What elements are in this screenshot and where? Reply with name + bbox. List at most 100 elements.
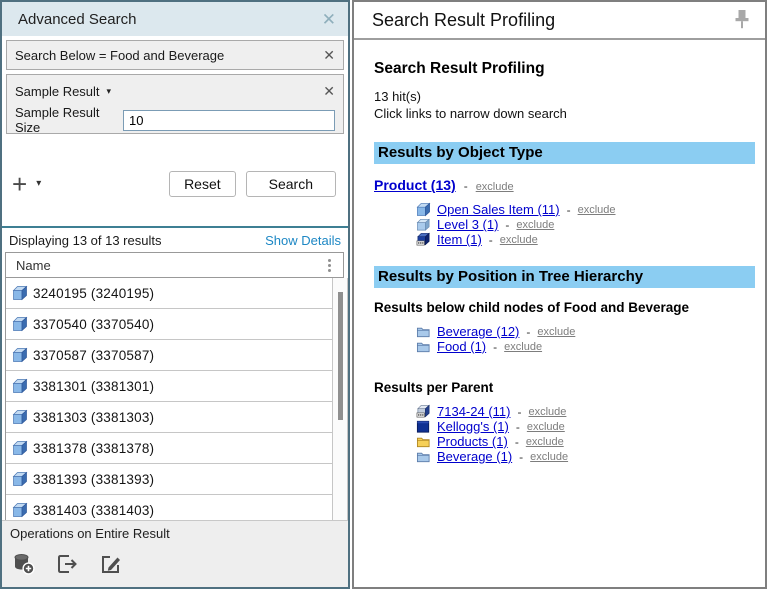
cube-blue-icon	[416, 202, 431, 217]
per-parent-items: 7134-24 (11) - exclude Kellogg's (1) - e…	[416, 404, 757, 464]
edit-result-icon[interactable]	[97, 551, 123, 577]
folder-yellow-icon	[416, 434, 431, 449]
result-row[interactable]: 3381393 (3381393)	[6, 464, 332, 495]
result-row[interactable]: 3381403 (3381403)	[6, 495, 332, 520]
result-row[interactable]: 3240195 (3240195)	[6, 278, 332, 309]
folder-blue-icon	[416, 339, 431, 354]
child-node-items: Beverage (12) - exclude Food (1) - exclu…	[416, 324, 757, 354]
object-type-items: Open Sales Item (11) - exclude Level 3 (…	[416, 202, 757, 247]
criterion-search-below: Search Below = Food and Beverage ✕	[6, 40, 344, 70]
reset-button[interactable]: Reset	[169, 171, 236, 197]
profiling-item: Products (1) - exclude	[416, 434, 757, 449]
exclude-link[interactable]: exclude	[527, 421, 565, 433]
show-details-link[interactable]: Show Details	[265, 233, 341, 248]
hit-count: 13 hit(s)	[374, 89, 757, 104]
parent-beverage-link[interactable]: Beverage (1)	[437, 449, 512, 464]
box-light-blue-icon	[416, 217, 431, 232]
child-nodes-heading: Results below child nodes of Food and Be…	[374, 300, 757, 315]
operations-icons	[2, 546, 348, 587]
cube-blue-icon	[12, 378, 28, 394]
profiling-root-item: Product (13) - exclude	[374, 177, 757, 193]
cube-blue-icon	[12, 502, 28, 518]
folder-blue-icon	[416, 449, 431, 464]
cube-blue-icon	[12, 285, 28, 301]
results-summary: Displaying 13 of 13 results	[9, 233, 161, 248]
section-header-object-type: Results by Object Type	[374, 142, 755, 164]
search-toolbar: + ▾ Reset Search	[2, 134, 348, 226]
item-link[interactable]: Item (1)	[437, 232, 482, 247]
profiling-item: Item (1) - exclude	[416, 232, 757, 247]
cube-keyboard-icon	[416, 404, 431, 419]
exclude-link[interactable]: exclude	[476, 181, 514, 193]
result-row[interactable]: 3381378 (3381378)	[6, 433, 332, 464]
section-header-tree-hierarchy: Results by Position in Tree Hierarchy	[374, 266, 755, 288]
exclude-link[interactable]: exclude	[530, 451, 568, 463]
folder-blue-icon	[416, 324, 431, 339]
profiling-content: Search Result Profiling 13 hit(s) Click …	[354, 40, 765, 464]
level-3-link[interactable]: Level 3 (1)	[437, 217, 498, 232]
advanced-search-titlebar: Advanced Search ✕	[2, 2, 348, 36]
result-row[interactable]: 3370540 (3370540)	[6, 309, 332, 340]
panel-title: Search Result Profiling	[372, 10, 555, 31]
operations-bar: Operations on Entire Result	[2, 520, 348, 546]
application-window: Advanced Search ✕ Search Below = Food an…	[0, 0, 767, 589]
search-button[interactable]: Search	[246, 171, 336, 197]
sample-result-size-input[interactable]	[123, 110, 335, 131]
advanced-search-panel: Advanced Search ✕ Search Below = Food an…	[0, 0, 350, 589]
cube-blue-icon	[12, 347, 28, 363]
add-criterion-caret-icon[interactable]: ▾	[36, 178, 41, 189]
parent-products-link[interactable]: Products (1)	[437, 434, 508, 449]
profiling-item: Beverage (1) - exclude	[416, 449, 757, 464]
search-result-profiling-panel: Search Result Profiling Search Result Pr…	[352, 0, 767, 589]
sample-result-size-label: Sample Result Size	[15, 105, 123, 135]
exclude-link[interactable]: exclude	[526, 436, 564, 448]
food-link[interactable]: Food (1)	[437, 339, 486, 354]
exclude-link[interactable]: exclude	[516, 219, 554, 231]
remove-criterion-icon[interactable]: ✕	[323, 84, 335, 98]
profiling-item: Kellogg's (1) - exclude	[416, 419, 757, 434]
column-header-name[interactable]: Name	[5, 252, 344, 278]
panel-title: Advanced Search	[18, 11, 136, 28]
cube-blue-icon	[12, 440, 28, 456]
exclude-link[interactable]: exclude	[578, 204, 616, 216]
profiling-item: Level 3 (1) - exclude	[416, 217, 757, 232]
profiling-item: 7134-24 (11) - exclude	[416, 404, 757, 419]
instruction-text: Click links to narrow down search	[374, 106, 757, 121]
column-menu-icon[interactable]	[326, 257, 333, 274]
exclude-link[interactable]: exclude	[528, 406, 566, 418]
remove-criterion-icon[interactable]: ✕	[323, 48, 335, 62]
exclude-link[interactable]: exclude	[537, 326, 575, 338]
parent-kelloggs-link[interactable]: Kellogg's (1)	[437, 419, 509, 434]
beverage-link[interactable]: Beverage (12)	[437, 324, 519, 339]
product-link[interactable]: Product (13)	[374, 177, 456, 193]
result-row[interactable]: 3381301 (3381301)	[6, 371, 332, 402]
profiling-item: Beverage (12) - exclude	[416, 324, 757, 339]
close-icon[interactable]: ✕	[322, 11, 336, 28]
criterion-sample-result: Sample Result ▾ ✕ Sample Result Size	[6, 74, 344, 134]
open-sales-item-link[interactable]: Open Sales Item (11)	[437, 202, 560, 217]
parent-7134-24-link[interactable]: 7134-24 (11)	[437, 404, 510, 419]
square-navy-icon	[416, 419, 431, 434]
cube-dark-keyboard-icon	[416, 232, 431, 247]
per-parent-heading: Results per Parent	[374, 380, 757, 395]
add-criterion-button[interactable]: +	[12, 174, 27, 194]
export-result-icon[interactable]	[54, 551, 80, 577]
add-result-to-database-icon[interactable]	[11, 551, 37, 577]
result-row[interactable]: 3370587 (3370587)	[6, 340, 332, 371]
profiling-item: Food (1) - exclude	[416, 339, 757, 354]
cube-blue-icon	[12, 316, 28, 332]
profiling-item: Open Sales Item (11) - exclude	[416, 202, 757, 217]
results-scrollbar[interactable]	[332, 278, 348, 520]
cube-blue-icon	[12, 409, 28, 425]
results-area: Displaying 13 of 13 results Show Details…	[2, 226, 348, 587]
chevron-down-icon[interactable]: ▾	[107, 86, 112, 97]
profiling-titlebar: Search Result Profiling	[354, 2, 765, 40]
scrollbar-thumb[interactable]	[338, 292, 343, 420]
exclude-link[interactable]: exclude	[500, 234, 538, 246]
result-row[interactable]: 3381303 (3381303)	[6, 402, 332, 433]
exclude-link[interactable]: exclude	[504, 341, 542, 353]
profiling-heading: Search Result Profiling	[374, 60, 757, 78]
cube-blue-icon	[12, 471, 28, 487]
pin-icon[interactable]	[733, 9, 751, 31]
sample-result-dropdown[interactable]: Sample Result	[15, 84, 100, 99]
